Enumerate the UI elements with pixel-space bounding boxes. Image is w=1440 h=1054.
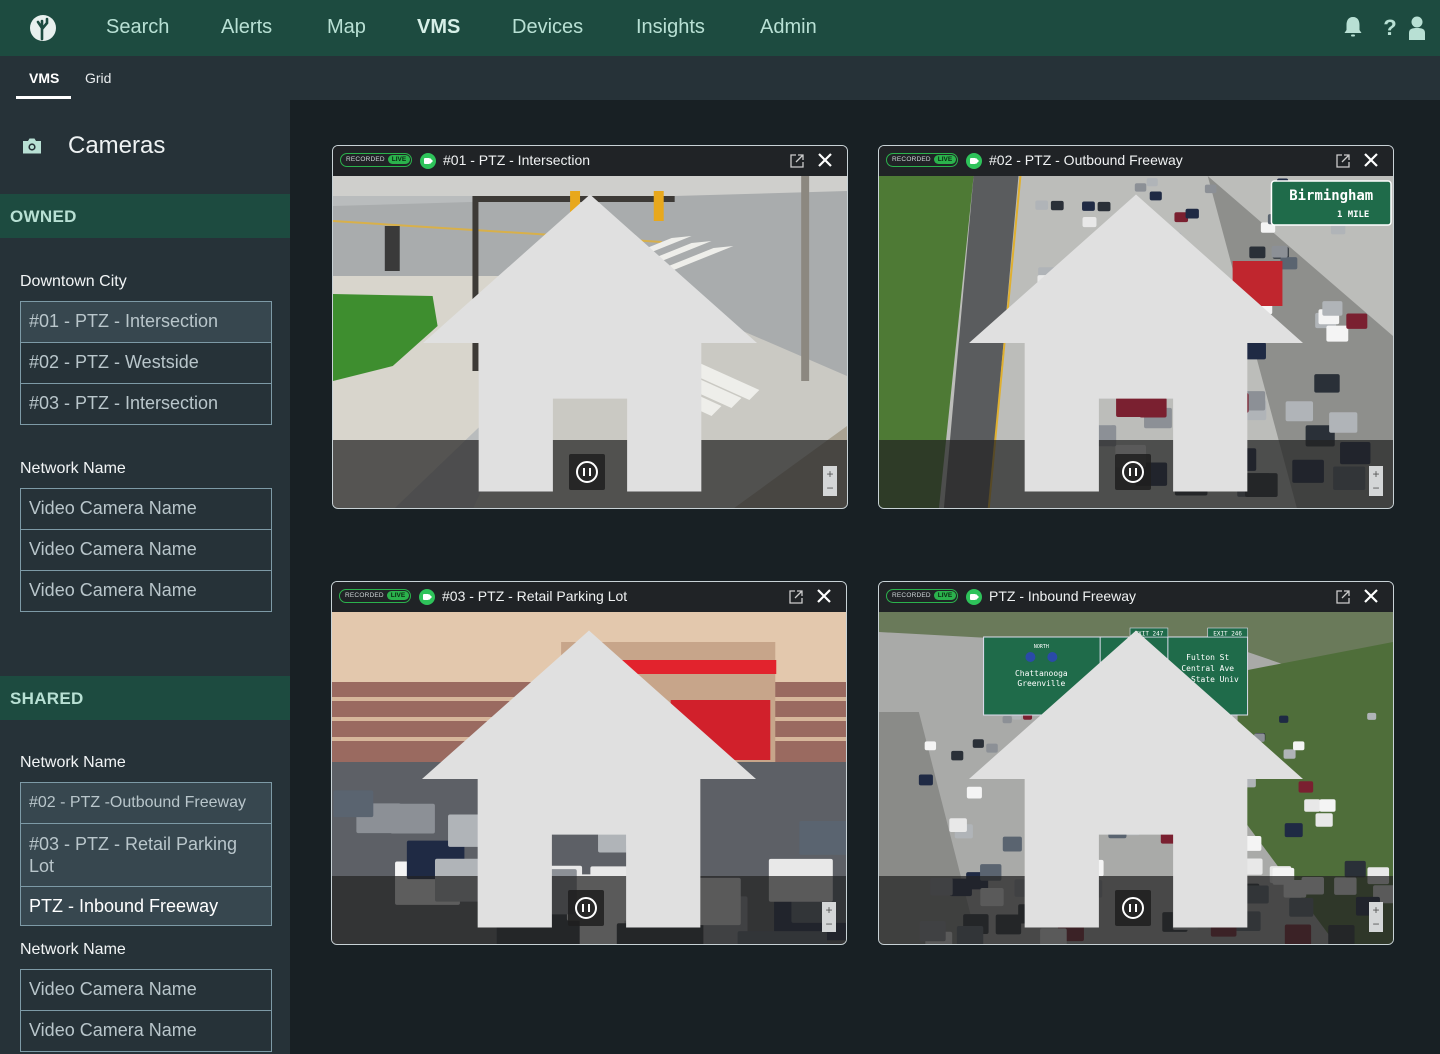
- camera-list-item[interactable]: #02 - PTZ - Westside: [21, 342, 271, 383]
- section-owned[interactable]: OWNED: [0, 194, 290, 238]
- live-label: LIVE: [934, 591, 956, 600]
- recorded-live-toggle[interactable]: RECORDED LIVE: [886, 153, 958, 167]
- camera-list: #02 - PTZ -Outbound Freeway #03 - PTZ - …: [20, 782, 272, 926]
- user-icon[interactable]: [1406, 14, 1430, 42]
- tile-header: RECORDED LIVE PTZ - Inbound Freeway: [879, 582, 1393, 612]
- sub-tabs: VMS Grid: [0, 56, 1440, 100]
- video-camera-icon: [966, 153, 982, 169]
- recorded-label: RECORDED: [345, 592, 384, 599]
- nav-insights[interactable]: Insights: [636, 16, 705, 39]
- camera-list: #01 - PTZ - Intersection #02 - PTZ - Wes…: [20, 301, 272, 425]
- nav-admin[interactable]: Admin: [760, 16, 817, 39]
- live-label: LIVE: [388, 155, 410, 164]
- zoom-in-button[interactable]: +: [822, 903, 836, 917]
- pause-button[interactable]: [568, 890, 604, 926]
- zoom-out-button[interactable]: −: [822, 917, 836, 931]
- tab-grid[interactable]: Grid: [85, 70, 111, 86]
- nav-search[interactable]: Search: [106, 16, 169, 39]
- recorded-label: RECORDED: [892, 156, 931, 163]
- section-owned-label: OWNED: [10, 207, 77, 226]
- active-tab-indicator: [16, 96, 71, 99]
- camera-list: Video Camera Name Video Camera Name: [20, 969, 272, 1052]
- camera-icon: [22, 137, 42, 155]
- section-shared-label: SHARED: [10, 689, 84, 708]
- video-feed[interactable]: + −: [332, 612, 846, 944]
- pause-button[interactable]: [569, 454, 605, 490]
- tile-title: #03 - PTZ - Retail Parking Lot: [442, 588, 628, 604]
- bell-icon[interactable]: [1342, 14, 1366, 42]
- pause-button[interactable]: [1115, 890, 1151, 926]
- camera-tile[interactable]: RECORDED LIVE #03 - PTZ - Retail Parking …: [331, 581, 847, 945]
- camera-list-item[interactable]: #01 - PTZ - Intersection: [21, 302, 271, 342]
- group-label: Network Name: [20, 941, 126, 958]
- camera-list-item[interactable]: Video Camera Name: [21, 570, 271, 611]
- zoom-control[interactable]: + −: [822, 902, 836, 932]
- camera-tile[interactable]: RECORDED LIVE PTZ - Inbound Freeway EXIT …: [878, 581, 1394, 945]
- nav-vms[interactable]: VMS: [417, 16, 460, 39]
- popout-icon[interactable]: [789, 153, 805, 169]
- top-nav: Search Alerts Map VMS Devices Insights A…: [0, 0, 1440, 56]
- help-icon[interactable]: ?: [1378, 15, 1402, 43]
- tree-logo-icon[interactable]: [30, 15, 56, 41]
- camera-list-item[interactable]: Video Camera Name: [21, 970, 271, 1010]
- camera-list-item[interactable]: #03 - PTZ - Retail Parking Lot: [21, 823, 271, 886]
- camera-list-item[interactable]: Video Camera Name: [21, 1010, 271, 1051]
- tile-header: RECORDED LIVE #01 - PTZ - Intersection: [333, 146, 847, 176]
- live-label: LIVE: [387, 591, 409, 600]
- sidebar-title: Cameras: [68, 132, 166, 159]
- camera-tile[interactable]: RECORDED LIVE #02 - PTZ - Outbound Freewa…: [878, 145, 1394, 509]
- zoom-in-button[interactable]: +: [1369, 903, 1383, 917]
- camera-sidebar: Cameras OWNED Downtown City #01 - PTZ - …: [0, 100, 290, 1054]
- recorded-label: RECORDED: [346, 156, 385, 163]
- zoom-in-button[interactable]: +: [1369, 467, 1383, 481]
- popout-icon[interactable]: [1335, 589, 1351, 605]
- nav-alerts[interactable]: Alerts: [221, 16, 272, 39]
- tile-title: #01 - PTZ - Intersection: [443, 152, 591, 168]
- camera-tile[interactable]: RECORDED LIVE #01 - PTZ - Intersection +…: [332, 145, 848, 509]
- video-feed[interactable]: + −: [333, 176, 847, 508]
- camera-list: Video Camera Name Video Camera Name Vide…: [20, 488, 272, 612]
- section-shared[interactable]: SHARED: [0, 676, 290, 720]
- video-camera-icon: [966, 589, 982, 605]
- camera-list-item[interactable]: Video Camera Name: [21, 529, 271, 570]
- pause-button[interactable]: [1115, 454, 1151, 490]
- video-feed[interactable]: EXIT 247 EXIT 246 NORTH Chattanooga Gree…: [879, 612, 1393, 944]
- recorded-live-toggle[interactable]: RECORDED LIVE: [340, 153, 412, 167]
- nav-devices[interactable]: Devices: [512, 16, 583, 39]
- live-label: LIVE: [934, 155, 956, 164]
- tab-vms[interactable]: VMS: [29, 70, 59, 86]
- video-camera-icon: [420, 153, 436, 169]
- camera-list-item[interactable]: PTZ - Inbound Freeway: [21, 886, 271, 925]
- group-label: Network Name: [20, 754, 126, 771]
- camera-list-item[interactable]: #02 - PTZ -Outbound Freeway: [21, 783, 271, 823]
- zoom-control[interactable]: + −: [1369, 466, 1383, 496]
- group-label: Network Name: [20, 460, 126, 477]
- tile-title: PTZ - Inbound Freeway: [989, 588, 1137, 604]
- tile-header: RECORDED LIVE #02 - PTZ - Outbound Freewa…: [879, 146, 1393, 176]
- recorded-live-toggle[interactable]: RECORDED LIVE: [339, 589, 411, 603]
- popout-icon[interactable]: [788, 589, 804, 605]
- recorded-live-toggle[interactable]: RECORDED LIVE: [886, 589, 958, 603]
- zoom-control[interactable]: + −: [1369, 902, 1383, 932]
- zoom-control[interactable]: + −: [823, 466, 837, 496]
- tile-header: RECORDED LIVE #03 - PTZ - Retail Parking …: [332, 582, 846, 612]
- zoom-out-button[interactable]: −: [823, 481, 837, 495]
- nav-map[interactable]: Map: [327, 16, 366, 39]
- recorded-label: RECORDED: [892, 592, 931, 599]
- zoom-out-button[interactable]: −: [1369, 917, 1383, 931]
- group-label: Downtown City: [20, 273, 127, 290]
- video-camera-icon: [419, 589, 435, 605]
- close-icon[interactable]: [816, 588, 832, 604]
- camera-list-item[interactable]: #03 - PTZ - Intersection: [21, 383, 271, 424]
- zoom-in-button[interactable]: +: [823, 467, 837, 481]
- tile-title: #02 - PTZ - Outbound Freeway: [989, 152, 1183, 168]
- close-icon[interactable]: [1363, 152, 1379, 168]
- close-icon[interactable]: [1363, 588, 1379, 604]
- zoom-out-button[interactable]: −: [1369, 481, 1383, 495]
- popout-icon[interactable]: [1335, 153, 1351, 169]
- close-icon[interactable]: [817, 152, 833, 168]
- video-feed[interactable]: Birmingham 1 MILE + −: [879, 176, 1393, 508]
- camera-list-item[interactable]: Video Camera Name: [21, 489, 271, 529]
